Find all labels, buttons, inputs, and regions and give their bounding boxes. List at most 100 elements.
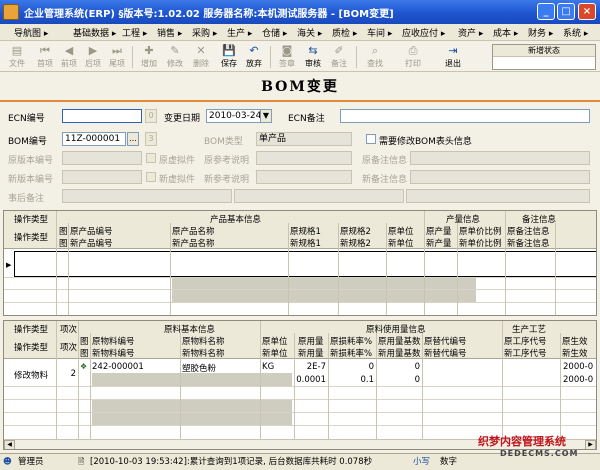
cell-new-loss[interactable]: 0.1	[330, 375, 374, 385]
bom-secondary-button[interactable]: 3	[145, 132, 157, 146]
post-note-field-2	[234, 189, 404, 203]
save-button[interactable]: 💾 保存	[216, 43, 242, 71]
ecn-no-input[interactable]	[62, 109, 142, 123]
post-note-field-3	[406, 189, 590, 203]
last-button[interactable]: ⏭ 尾项	[104, 43, 130, 71]
audit-icon: ⇆	[308, 44, 318, 57]
col-line	[424, 211, 425, 315]
next-button[interactable]: ▶ 后项	[80, 43, 106, 71]
col-line	[56, 321, 57, 439]
status-message: [2010-10-03 19:53:42]:累计查询到1项记录, 后台数据库共耗…	[90, 457, 373, 467]
date-dropdown-button[interactable]: ▼	[260, 109, 272, 123]
menu-cost[interactable]: 成本 ▸	[493, 26, 518, 39]
exit-button[interactable]: ⇥ 退出	[440, 43, 466, 71]
col-line	[376, 333, 377, 439]
header-material-basic: 原料基本信息	[164, 325, 216, 335]
cell-seq[interactable]: 2	[60, 369, 76, 379]
menu-warehouse[interactable]: 仓储 ▸	[262, 26, 287, 39]
discard-button[interactable]: ↶ 放弃	[241, 43, 267, 71]
ecn-no-label: ECN编号	[8, 114, 45, 124]
close-button[interactable]: ×	[578, 3, 596, 20]
need-modify-checkbox[interactable]	[366, 134, 376, 144]
cell-orig-qty[interactable]: 2E-7	[296, 362, 326, 372]
header-op-type-2: 操作类型	[14, 233, 49, 243]
menu-finance[interactable]: 财务 ▸	[528, 26, 553, 39]
status-user: 管理员	[18, 457, 44, 467]
orig-version-field	[62, 151, 142, 165]
binoculars-icon: ⌕	[371, 44, 379, 57]
menu-customs[interactable]: 海关 ▸	[297, 26, 322, 39]
cell-orig-unit[interactable]: KG	[262, 362, 274, 372]
menu-assets[interactable]: 资产 ▸	[458, 26, 483, 39]
header-usage-info: 原料使用量信息	[366, 325, 426, 335]
signature-button[interactable]: ◙ 签章	[274, 43, 300, 71]
save-icon: 💾	[222, 44, 236, 57]
col-new-note: 新备注信息	[507, 239, 550, 249]
menu-system[interactable]: 系统 ▸	[563, 26, 588, 39]
new-ref-field	[256, 170, 352, 184]
menu-quality[interactable]: 质检 ▸	[332, 26, 357, 39]
cell-op-type[interactable]: 修改物料	[14, 369, 48, 381]
add-button[interactable]: ✚ 增加	[136, 43, 162, 71]
col-orig-product-name: 原产品名称	[172, 227, 215, 237]
file-button[interactable]: ▤ 文件	[4, 43, 30, 71]
col-orig-material-no: 原物料编号	[92, 337, 135, 347]
cell-orig-effective[interactable]: 2000-0	[563, 362, 593, 372]
cell-new-qty[interactable]: 0.0001	[296, 375, 326, 385]
menu-bar: 导航图 ▸ 基础数据 ▸ 工程 ▸ 销售 ▸ 采购 ▸ 生产 ▸ 仓储 ▸ 海关…	[0, 24, 600, 41]
ecn-no-button[interactable]: 0	[145, 109, 157, 123]
print-button[interactable]: ⎙ 打印	[400, 43, 426, 71]
menu-purchase[interactable]: 采购 ▸	[192, 26, 217, 39]
maximize-button[interactable]: □	[557, 3, 575, 20]
menu-navigation[interactable]: 导航图 ▸	[14, 26, 48, 39]
col-line	[90, 333, 91, 439]
audit-button[interactable]: ⇆ 审核	[300, 43, 326, 71]
col-new-material-no: 新物料编号	[92, 349, 135, 359]
scroll-right-icon[interactable]: ▶	[585, 440, 596, 449]
col-img-new: 图	[80, 349, 89, 359]
menu-engineering[interactable]: 工程 ▸	[122, 26, 147, 39]
row-line	[4, 289, 596, 290]
first-icon: ⏮	[40, 44, 50, 57]
menu-production[interactable]: 生产 ▸	[227, 26, 252, 39]
cell-orig-loss[interactable]: 0	[330, 362, 374, 372]
delete-icon: ✕	[196, 44, 206, 57]
new-virtual-checkbox[interactable]	[146, 172, 156, 182]
product-edit-row[interactable]	[14, 251, 596, 277]
cell-orig-base[interactable]: 0	[378, 362, 420, 372]
orig-virtual-checkbox[interactable]	[146, 153, 156, 163]
minimize-button[interactable]: _	[537, 3, 555, 20]
bom-lookup-button[interactable]: ...	[127, 132, 139, 146]
cell-new-base[interactable]: 0	[378, 375, 420, 385]
col-new-unit: 新单位	[388, 239, 414, 249]
bom-no-input[interactable]: 11Z-000001	[62, 132, 126, 146]
col-line	[502, 321, 503, 439]
record-status-label: 新增状态	[493, 45, 595, 57]
ecn-note-label: ECN备注	[288, 114, 325, 124]
col-orig-effective: 原生效	[562, 337, 588, 347]
col-orig-spec2: 原规格2	[340, 227, 371, 237]
prev-button[interactable]: ◀ 前项	[56, 43, 82, 71]
cell-orig-material-no[interactable]: 242-000001	[92, 362, 144, 372]
menu-ar-ap[interactable]: 应收应付 ▸	[402, 26, 445, 39]
memo-button[interactable]: ✐ 备注	[326, 43, 352, 71]
status-numlock: 数字	[440, 457, 458, 467]
col-orig-sub-no: 原替代编号	[424, 337, 467, 347]
col-orig-unit: 原单位	[262, 337, 288, 347]
col-line	[288, 223, 289, 315]
find-button[interactable]: ⌕ 查找	[362, 43, 388, 71]
menu-sales[interactable]: 销售 ▸	[157, 26, 182, 39]
scroll-left-icon[interactable]: ◀	[4, 440, 15, 449]
col-new-material-name: 新物料名称	[182, 349, 225, 359]
first-button[interactable]: ⏮ 首项	[32, 43, 58, 71]
ecn-note-input[interactable]	[340, 109, 590, 123]
row-line	[4, 386, 596, 387]
toolbar-separator	[270, 46, 271, 68]
edit-button[interactable]: ✎ 修改	[162, 43, 188, 71]
delete-button[interactable]: ✕ 删除	[188, 43, 214, 71]
header-seq: 项次	[60, 325, 78, 335]
material-image-icon[interactable]: ❖	[80, 362, 87, 371]
menu-basic-data[interactable]: 基础数据 ▸	[73, 26, 116, 39]
cell-new-effective[interactable]: 2000-0	[563, 375, 593, 385]
menu-workshop[interactable]: 车间 ▸	[367, 26, 392, 39]
